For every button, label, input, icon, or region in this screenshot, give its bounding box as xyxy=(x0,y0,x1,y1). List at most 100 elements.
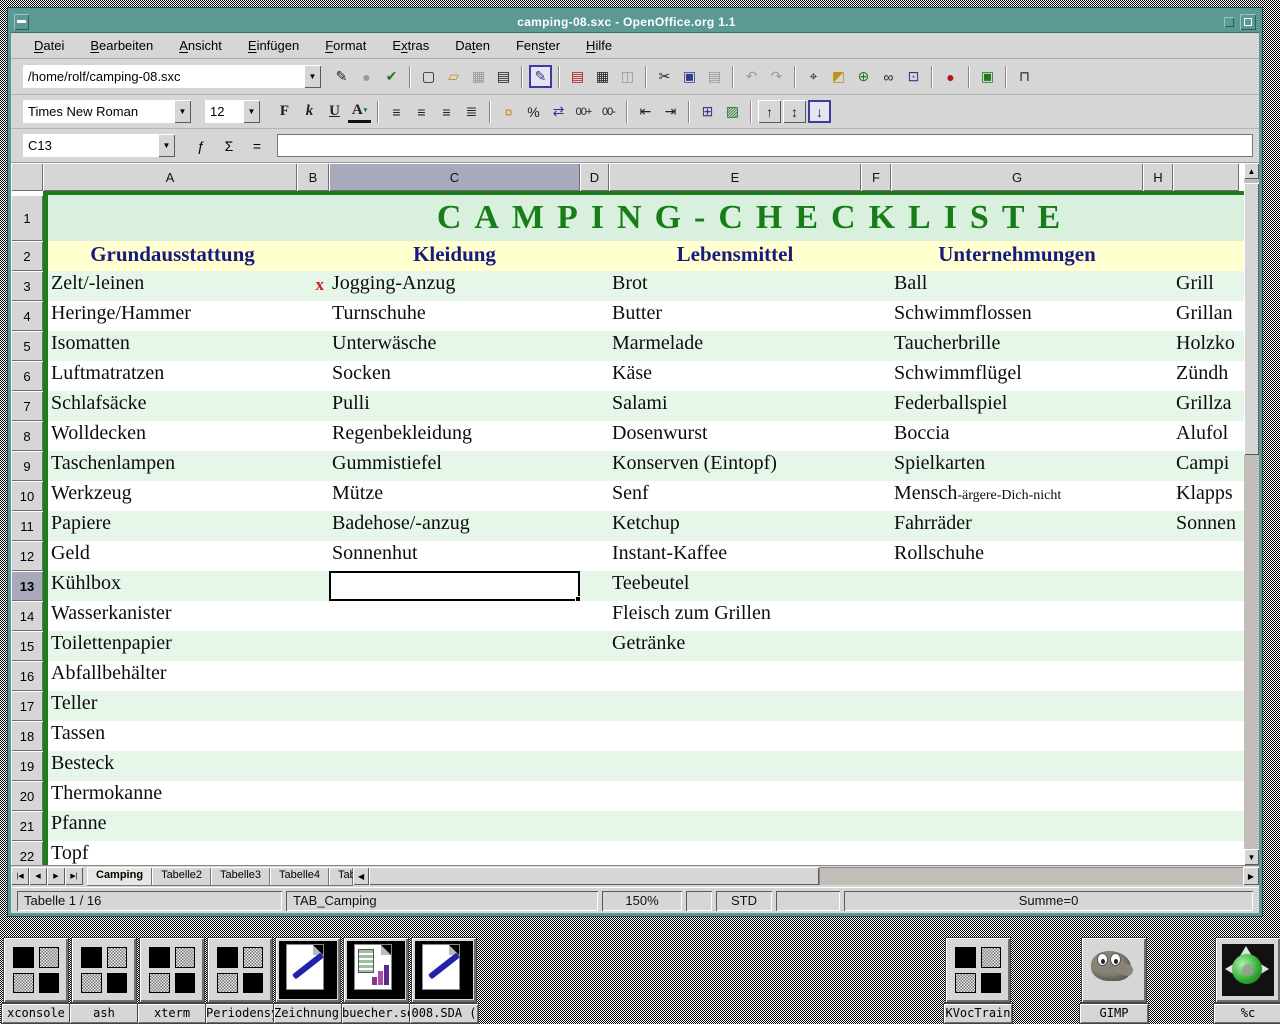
cell[interactable]: Boccia xyxy=(891,421,1143,451)
font-color-icon[interactable]: A▾ xyxy=(348,100,371,123)
taskbar-icon-buecher[interactable]: buecher.sd xyxy=(342,938,410,1023)
font-size-input[interactable] xyxy=(205,100,243,123)
cell[interactable]: Abfallbehälter xyxy=(48,661,297,691)
cell[interactable]: Werkzeug xyxy=(48,481,297,511)
redo-icon[interactable]: ↷ xyxy=(765,65,788,88)
cell[interactable]: Sonnen xyxy=(1173,511,1239,541)
row-header[interactable]: 20 xyxy=(11,781,43,811)
title-bar[interactable]: camping-08.sxc - OpenOffice.org 1.1 xyxy=(11,11,1259,33)
cell[interactable]: Instant-Kaffee xyxy=(609,541,861,571)
column-header-c[interactable]: C xyxy=(329,163,580,191)
cell[interactable]: Isomatten xyxy=(48,331,297,361)
cell[interactable]: Fahrräder xyxy=(891,511,1143,541)
cell[interactable]: Konserven (Eintopf) xyxy=(609,451,861,481)
preview-monitor-icon[interactable]: ⊡ xyxy=(902,65,925,88)
row-header[interactable]: 7 xyxy=(11,391,43,421)
cell[interactable]: Pulli xyxy=(329,391,580,421)
menu-ansicht[interactable]: Ansicht xyxy=(166,34,235,57)
menu-einfuegen[interactable]: Einfügen xyxy=(235,34,312,57)
cell[interactable]: Butter xyxy=(609,301,861,331)
cell[interactable]: Topf xyxy=(48,841,297,865)
vertical-scrollbar[interactable]: ▲ ▼ xyxy=(1244,163,1259,865)
taskbar-icon-periodensystem[interactable]: Periodensy xyxy=(206,938,274,1023)
scroll-down-icon[interactable]: ▼ xyxy=(1244,849,1259,865)
cell[interactable]: Schlafsäcke xyxy=(48,391,297,421)
cell[interactable]: Senf xyxy=(609,481,861,511)
cell[interactable]: Teebeutel xyxy=(609,571,861,601)
align-left-icon[interactable]: ≡ xyxy=(385,100,408,123)
hyperlink-icon[interactable]: ⊕ xyxy=(852,65,875,88)
cell[interactable]: Regenbekleidung xyxy=(329,421,580,451)
menu-format[interactable]: Format xyxy=(312,34,379,57)
cell[interactable]: Gummistiefel xyxy=(329,451,580,481)
horizontal-scroll-track[interactable] xyxy=(819,867,1243,885)
cell[interactable]: Spielkarten xyxy=(891,451,1143,481)
next-sheet-icon[interactable]: ▶ xyxy=(47,867,65,885)
taskbar-icon-zeichnung[interactable]: Zeichnung- xyxy=(274,938,342,1023)
cell[interactable]: Fleisch zum Grillen xyxy=(609,601,861,631)
cell[interactable]: Taucherbrille xyxy=(891,331,1143,361)
column-header-d[interactable]: D xyxy=(580,163,609,191)
cell[interactable]: Dosenwurst xyxy=(609,421,861,451)
row-header[interactable]: 19 xyxy=(11,751,43,781)
row-header[interactable]: 8 xyxy=(11,421,43,451)
row-header[interactable]: 17 xyxy=(11,691,43,721)
decrease-indent-icon[interactable]: ⇤ xyxy=(634,100,657,123)
underline-icon[interactable]: U xyxy=(323,100,346,123)
row-header[interactable]: 14 xyxy=(11,601,43,631)
percent-format-icon[interactable]: % xyxy=(522,100,545,123)
align-center-icon[interactable]: ≡ xyxy=(410,100,433,123)
window-menu-button[interactable] xyxy=(14,14,29,30)
row-header[interactable]: 10 xyxy=(11,481,43,511)
menu-bearbeiten[interactable]: Bearbeiten xyxy=(77,34,166,57)
section-header-kleidung[interactable]: Kleidung xyxy=(329,241,580,271)
cell[interactable]: Taschenlampen xyxy=(48,451,297,481)
tab-tabelle4[interactable]: Tabelle4 xyxy=(270,867,329,886)
taskbar-icon-008-sda[interactable]: 008.SDA ( xyxy=(410,938,478,1023)
font-name-input[interactable] xyxy=(23,100,174,123)
row-header[interactable]: 15 xyxy=(11,631,43,661)
font-size-combo[interactable]: ▼ xyxy=(205,100,260,123)
row-header[interactable]: 16 xyxy=(11,661,43,691)
insert-image-icon[interactable]: ▣ xyxy=(976,65,999,88)
cell-reference-input[interactable] xyxy=(23,134,158,157)
scroll-right-icon[interactable]: ▶ xyxy=(1243,867,1259,885)
column-header-g[interactable]: G xyxy=(891,163,1143,191)
horizontal-scroll-thumb[interactable] xyxy=(369,867,819,885)
first-sheet-icon[interactable]: |◀ xyxy=(11,867,29,885)
tab-tabelle3[interactable]: Tabelle3 xyxy=(211,867,270,886)
delete-decimal-icon[interactable]: 00- xyxy=(597,100,620,123)
stop-icon[interactable]: ● xyxy=(355,65,378,88)
cut-icon[interactable]: ✂ xyxy=(653,65,676,88)
section-header-lebensmittel[interactable]: Lebensmittel xyxy=(609,241,861,271)
menu-hilfe[interactable]: Hilfe xyxy=(573,34,625,57)
insert-link-icon[interactable]: ∞ xyxy=(877,65,900,88)
currency-format-icon[interactable]: ¤ xyxy=(497,100,520,123)
background-color-icon[interactable]: ▨ xyxy=(721,100,744,123)
increase-indent-icon[interactable]: ⇥ xyxy=(659,100,682,123)
gallery-icon[interactable]: ◩ xyxy=(827,65,850,88)
row-header[interactable]: 11 xyxy=(11,511,43,541)
status-selection-mode[interactable]: STD xyxy=(716,891,772,911)
cell[interactable]: Thermokanne xyxy=(48,781,297,811)
url-combo[interactable]: ▼ xyxy=(23,65,321,88)
last-sheet-icon[interactable]: ▶| xyxy=(65,867,83,885)
row-header-selected[interactable]: 13 xyxy=(11,571,43,601)
page-preview-icon[interactable]: ◫ xyxy=(616,65,639,88)
align-bottom-icon[interactable]: ↓ xyxy=(808,100,831,123)
cell[interactable]: Papiere xyxy=(48,511,297,541)
italic-icon[interactable]: k xyxy=(298,100,321,123)
maximize-button[interactable] xyxy=(1240,14,1256,30)
cell[interactable]: Unterwäsche xyxy=(329,331,580,361)
cell[interactable]: Tassen xyxy=(48,721,297,751)
selected-cell-c13[interactable] xyxy=(329,571,580,601)
load-url-icon[interactable]: ✎ xyxy=(330,65,353,88)
section-header-grundausstattung[interactable]: Grundausstattung xyxy=(48,241,297,271)
cell[interactable]: Holzko xyxy=(1173,331,1239,361)
cell[interactable]: Wasserkanister xyxy=(48,601,297,631)
taskbar-icon-kvoctrain[interactable]: KVocTrain xyxy=(944,938,1012,1023)
status-zoom[interactable]: 150% xyxy=(602,891,682,911)
cell[interactable]: Zündh xyxy=(1173,361,1239,391)
font-name-combo[interactable]: ▼ xyxy=(23,100,191,123)
taskbar-icon-xc[interactable]: %c xyxy=(1214,938,1280,1023)
